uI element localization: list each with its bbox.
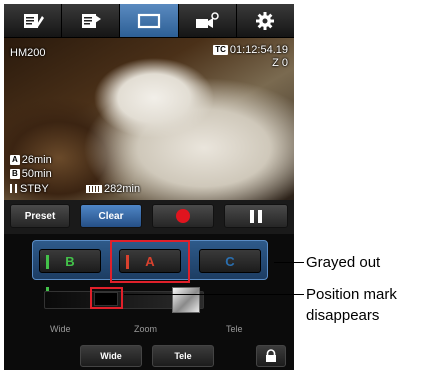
timecode-display: TC 01:12:54.19 (213, 44, 288, 56)
record-icon (176, 209, 190, 223)
record-button[interactable] (152, 204, 214, 228)
preset-b-label: B (65, 253, 75, 269)
camera-preview: HM200 TC 01:12:54.19 Z 0 A 26min B 50min ST… (4, 38, 294, 200)
playlist-icon (81, 13, 101, 28)
tc-badge: TC (213, 45, 228, 55)
slot-b-time: 50min (21, 168, 52, 180)
pause-status-icon (10, 184, 17, 193)
preset-c-button[interactable]: C (199, 249, 261, 273)
preset-b-indicator (46, 255, 49, 269)
camera-model: HM200 (10, 47, 46, 59)
preset-b-button[interactable]: B (39, 249, 101, 273)
tab-bar (4, 4, 294, 38)
slot-b-badge: B (10, 169, 20, 179)
slot-b-remaining: B 50min (10, 168, 52, 180)
preset-button[interactable]: Preset (10, 204, 70, 228)
slot-a-badge: A (10, 155, 20, 165)
clear-button[interactable]: Clear (80, 204, 142, 228)
camera-settings-icon (196, 11, 219, 28)
zoom-center-label: Zoom (134, 324, 158, 334)
tab-playlist[interactable] (62, 4, 121, 37)
slot-a-time: 26min (21, 154, 52, 166)
control-bar: Preset Clear (4, 200, 294, 234)
battery-time: 282min (104, 183, 141, 195)
zoom-slider-handle[interactable] (172, 287, 200, 313)
zoom-tele-label: Tele (226, 324, 243, 334)
tab-settings[interactable] (237, 4, 294, 37)
callout-position-mark-line1: Position mark (306, 286, 397, 303)
zoom-tele-button[interactable]: Tele (152, 345, 214, 367)
lock-icon (266, 349, 276, 362)
preset-c-label: C (225, 253, 235, 269)
zoom-wide-button[interactable]: Wide (80, 345, 142, 367)
callout-position-mark-line2: disappears (306, 307, 380, 324)
tab-screen[interactable] (120, 4, 179, 37)
status-text: STBY (20, 183, 49, 195)
gear-icon (256, 11, 275, 30)
callout-leader-grayed-out (274, 262, 304, 263)
pause-icon (250, 209, 262, 223)
callout-grayed-out: Grayed out (306, 254, 381, 271)
screen-icon (137, 13, 161, 28)
recording-status: STBY (10, 183, 49, 195)
position-mark-highlight (90, 287, 123, 309)
tab-camera-settings[interactable] (179, 4, 237, 37)
battery-icon (86, 185, 102, 193)
callout-leader-position-mark (124, 294, 304, 295)
zoom-readout: Z 0 (272, 57, 288, 69)
grayed-out-highlight (110, 240, 190, 283)
lock-button[interactable] (256, 345, 286, 367)
timecode-value: 01:12:54.19 (229, 44, 288, 56)
camera-remote-screen: HM200 TC 01:12:54.19 Z 0 A 26min B 50min ST… (4, 4, 294, 370)
zoom-wide-label: Wide (50, 324, 71, 334)
edit-icon (23, 13, 44, 28)
battery-status: 282min (86, 183, 140, 195)
slot-a-remaining: A 26min (10, 154, 52, 166)
pause-button[interactable] (224, 204, 288, 228)
tab-edit[interactable] (4, 4, 63, 37)
